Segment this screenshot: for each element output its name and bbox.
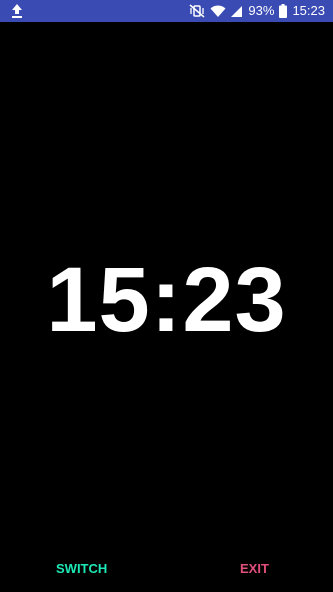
wifi-icon bbox=[210, 5, 226, 18]
status-time: 15:23 bbox=[292, 3, 325, 18]
battery-icon bbox=[279, 4, 288, 18]
clock-display: 15:23 bbox=[46, 249, 287, 351]
status-icons: 93% 15:23 bbox=[189, 0, 325, 22]
status-bar: 93% 15:23 bbox=[0, 0, 333, 22]
cell-signal-icon bbox=[231, 5, 243, 18]
battery-percent: 93% bbox=[248, 3, 275, 18]
exit-button[interactable]: EXIT bbox=[232, 554, 277, 584]
upload-arrow-icon bbox=[10, 3, 24, 19]
vibrate-off-icon bbox=[189, 4, 205, 18]
switch-button[interactable]: SWITCH bbox=[48, 554, 115, 584]
